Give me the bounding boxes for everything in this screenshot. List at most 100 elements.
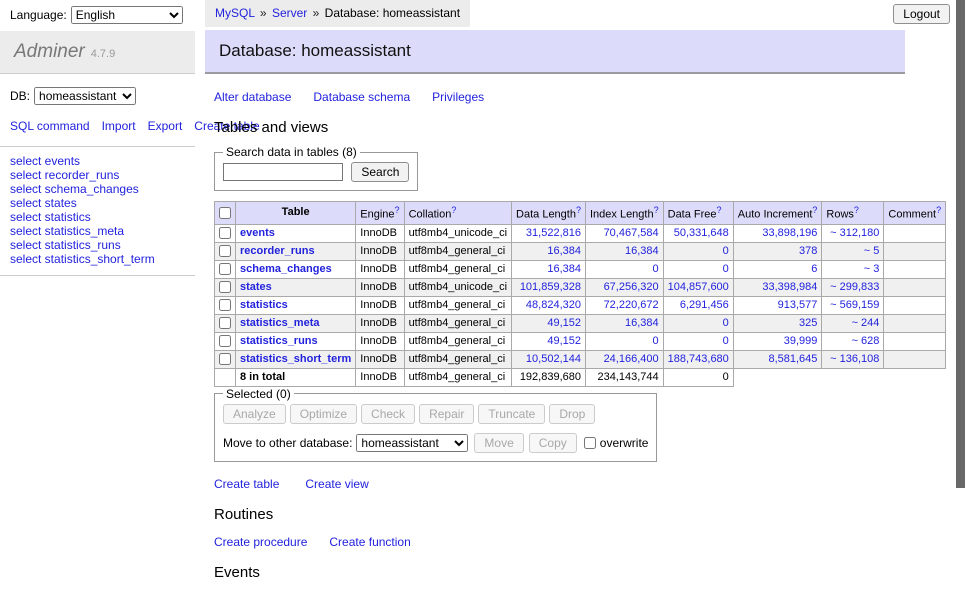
sidebar-select-link[interactable]: select schema_changes <box>10 182 195 196</box>
breadcrumb: MySQL » Server » Database: homeassistant <box>205 0 470 27</box>
data-free-link[interactable]: 188,743,680 <box>668 353 729 365</box>
data-length-link[interactable]: 48,824,320 <box>526 299 581 311</box>
overwrite-checkbox[interactable] <box>584 437 596 449</box>
data-free-link[interactable]: 6,291,456 <box>680 299 729 311</box>
row-checkbox[interactable] <box>219 335 231 347</box>
data-length-link[interactable]: 10,502,144 <box>526 353 581 365</box>
alter-database-link[interactable]: Alter database <box>214 90 291 104</box>
sidebar-select-link[interactable]: select statistics_runs <box>10 238 195 252</box>
search-button[interactable]: Search <box>351 162 409 182</box>
sidebar-select-link[interactable]: select states <box>10 196 195 210</box>
table-name-link[interactable]: statistics <box>240 299 288 311</box>
search-input[interactable] <box>223 163 343 181</box>
rows-count-link[interactable]: ~ 136,108 <box>830 353 879 365</box>
auto-increment-link[interactable]: 6 <box>811 263 817 275</box>
rows-count-link[interactable]: ~ 244 <box>852 317 880 329</box>
breadcrumb-server-link[interactable]: Server <box>272 6 307 20</box>
data-length-link[interactable]: 101,859,328 <box>520 281 581 293</box>
index-length-link[interactable]: 67,256,320 <box>604 281 659 293</box>
row-checkbox[interactable] <box>219 353 231 365</box>
move-row: Move to other database:homeassistantMove… <box>223 433 648 453</box>
sidebar-select-link[interactable]: select statistics_short_term <box>10 252 195 266</box>
table-name-link[interactable]: statistics_short_term <box>240 353 351 365</box>
data-length-link[interactable]: 16,384 <box>547 245 581 257</box>
auto-increment-link[interactable]: 39,999 <box>784 335 818 347</box>
data-length-link[interactable]: 16,384 <box>547 263 581 275</box>
table-row: statistics_metaInnoDButf8mb4_general_ci4… <box>215 314 946 332</box>
auto-increment-link[interactable]: 33,398,984 <box>762 281 817 293</box>
index-length-link[interactable]: 16,384 <box>625 245 659 257</box>
sidebar-select-link[interactable]: select statistics_meta <box>10 224 195 238</box>
table-name-link[interactable]: schema_changes <box>240 263 332 275</box>
index-length-link[interactable]: 24,166,400 <box>604 353 659 365</box>
overwrite-label: overwrite <box>600 436 649 450</box>
language-select[interactable]: English <box>71 6 183 24</box>
help-icon[interactable]: ? <box>576 205 581 215</box>
index-length-link[interactable]: 70,467,584 <box>604 227 659 239</box>
help-icon[interactable]: ? <box>936 205 941 215</box>
help-icon[interactable]: ? <box>654 205 659 215</box>
help-icon[interactable]: ? <box>812 205 817 215</box>
data-free-link[interactable]: 50,331,648 <box>674 227 729 239</box>
rows-count-link[interactable]: ~ 3 <box>864 263 880 275</box>
select-all-checkbox[interactable] <box>219 207 231 219</box>
help-icon[interactable]: ? <box>395 205 400 215</box>
row-checkbox[interactable] <box>219 227 231 239</box>
export-link[interactable]: Export <box>148 119 183 133</box>
auto-increment-link[interactable]: 378 <box>799 245 817 257</box>
import-link[interactable]: Import <box>102 119 136 133</box>
vertical-scrollbar[interactable] <box>956 0 965 488</box>
data-free-link[interactable]: 0 <box>723 335 729 347</box>
table-name-link[interactable]: states <box>240 281 272 293</box>
routines-title: Routines <box>214 506 905 523</box>
help-icon[interactable]: ? <box>717 205 722 215</box>
row-checkbox[interactable] <box>219 299 231 311</box>
db-select[interactable]: homeassistant <box>34 87 136 105</box>
row-checkbox[interactable] <box>219 317 231 329</box>
sql-command-link[interactable]: SQL command <box>10 119 90 133</box>
engine-value: InnoDB <box>356 260 404 278</box>
rows-count-link[interactable]: ~ 628 <box>852 335 880 347</box>
index-length-link[interactable]: 72,220,672 <box>604 299 659 311</box>
row-checkbox[interactable] <box>219 245 231 257</box>
index-length-link[interactable]: 0 <box>653 263 659 275</box>
privileges-link[interactable]: Privileges <box>432 90 484 104</box>
auto-increment-link[interactable]: 33,898,196 <box>762 227 817 239</box>
rows-count-link[interactable]: ~ 569,159 <box>830 299 879 311</box>
breadcrumb-mysql-link[interactable]: MySQL <box>215 6 255 20</box>
data-free-link[interactable]: 0 <box>723 317 729 329</box>
table-name-link[interactable]: events <box>240 227 275 239</box>
help-icon[interactable]: ? <box>854 205 859 215</box>
auto-increment-link[interactable]: 913,577 <box>778 299 818 311</box>
row-checkbox[interactable] <box>219 281 231 293</box>
table-name-link[interactable]: statistics_meta <box>240 317 320 329</box>
create-view-link[interactable]: Create view <box>305 477 368 491</box>
database-schema-link[interactable]: Database schema <box>313 90 410 104</box>
rows-count-link[interactable]: ~ 299,833 <box>830 281 879 293</box>
rows-count-link[interactable]: ~ 5 <box>864 245 880 257</box>
logout-button[interactable]: Logout <box>893 4 950 24</box>
auto-increment-link[interactable]: 8,581,645 <box>768 353 817 365</box>
data-length-link[interactable]: 49,152 <box>547 335 581 347</box>
auto-increment-link[interactable]: 325 <box>799 317 817 329</box>
create-procedure-link[interactable]: Create procedure <box>214 535 307 549</box>
data-length-link[interactable]: 31,522,816 <box>526 227 581 239</box>
table-name-link[interactable]: statistics_runs <box>240 335 318 347</box>
data-length-link[interactable]: 49,152 <box>547 317 581 329</box>
data-free-link[interactable]: 0 <box>723 263 729 275</box>
table-name-link[interactable]: recorder_runs <box>240 245 315 257</box>
create-function-link[interactable]: Create function <box>329 535 410 549</box>
move-db-select[interactable]: homeassistant <box>356 434 468 452</box>
index-length-link[interactable]: 16,384 <box>625 317 659 329</box>
sidebar-select-link[interactable]: select events <box>10 154 195 168</box>
row-checkbox[interactable] <box>219 263 231 275</box>
sidebar-select-link[interactable]: select statistics <box>10 210 195 224</box>
data-free-link[interactable]: 0 <box>723 245 729 257</box>
rows-count-link[interactable]: ~ 312,180 <box>830 227 879 239</box>
index-length-link[interactable]: 0 <box>653 335 659 347</box>
help-icon[interactable]: ? <box>451 205 456 215</box>
create-table-link[interactable]: Create table <box>214 477 279 491</box>
data-free-link[interactable]: 104,857,600 <box>668 281 729 293</box>
sidebar-select-link[interactable]: select recorder_runs <box>10 168 195 182</box>
engine-value: InnoDB <box>356 350 404 368</box>
